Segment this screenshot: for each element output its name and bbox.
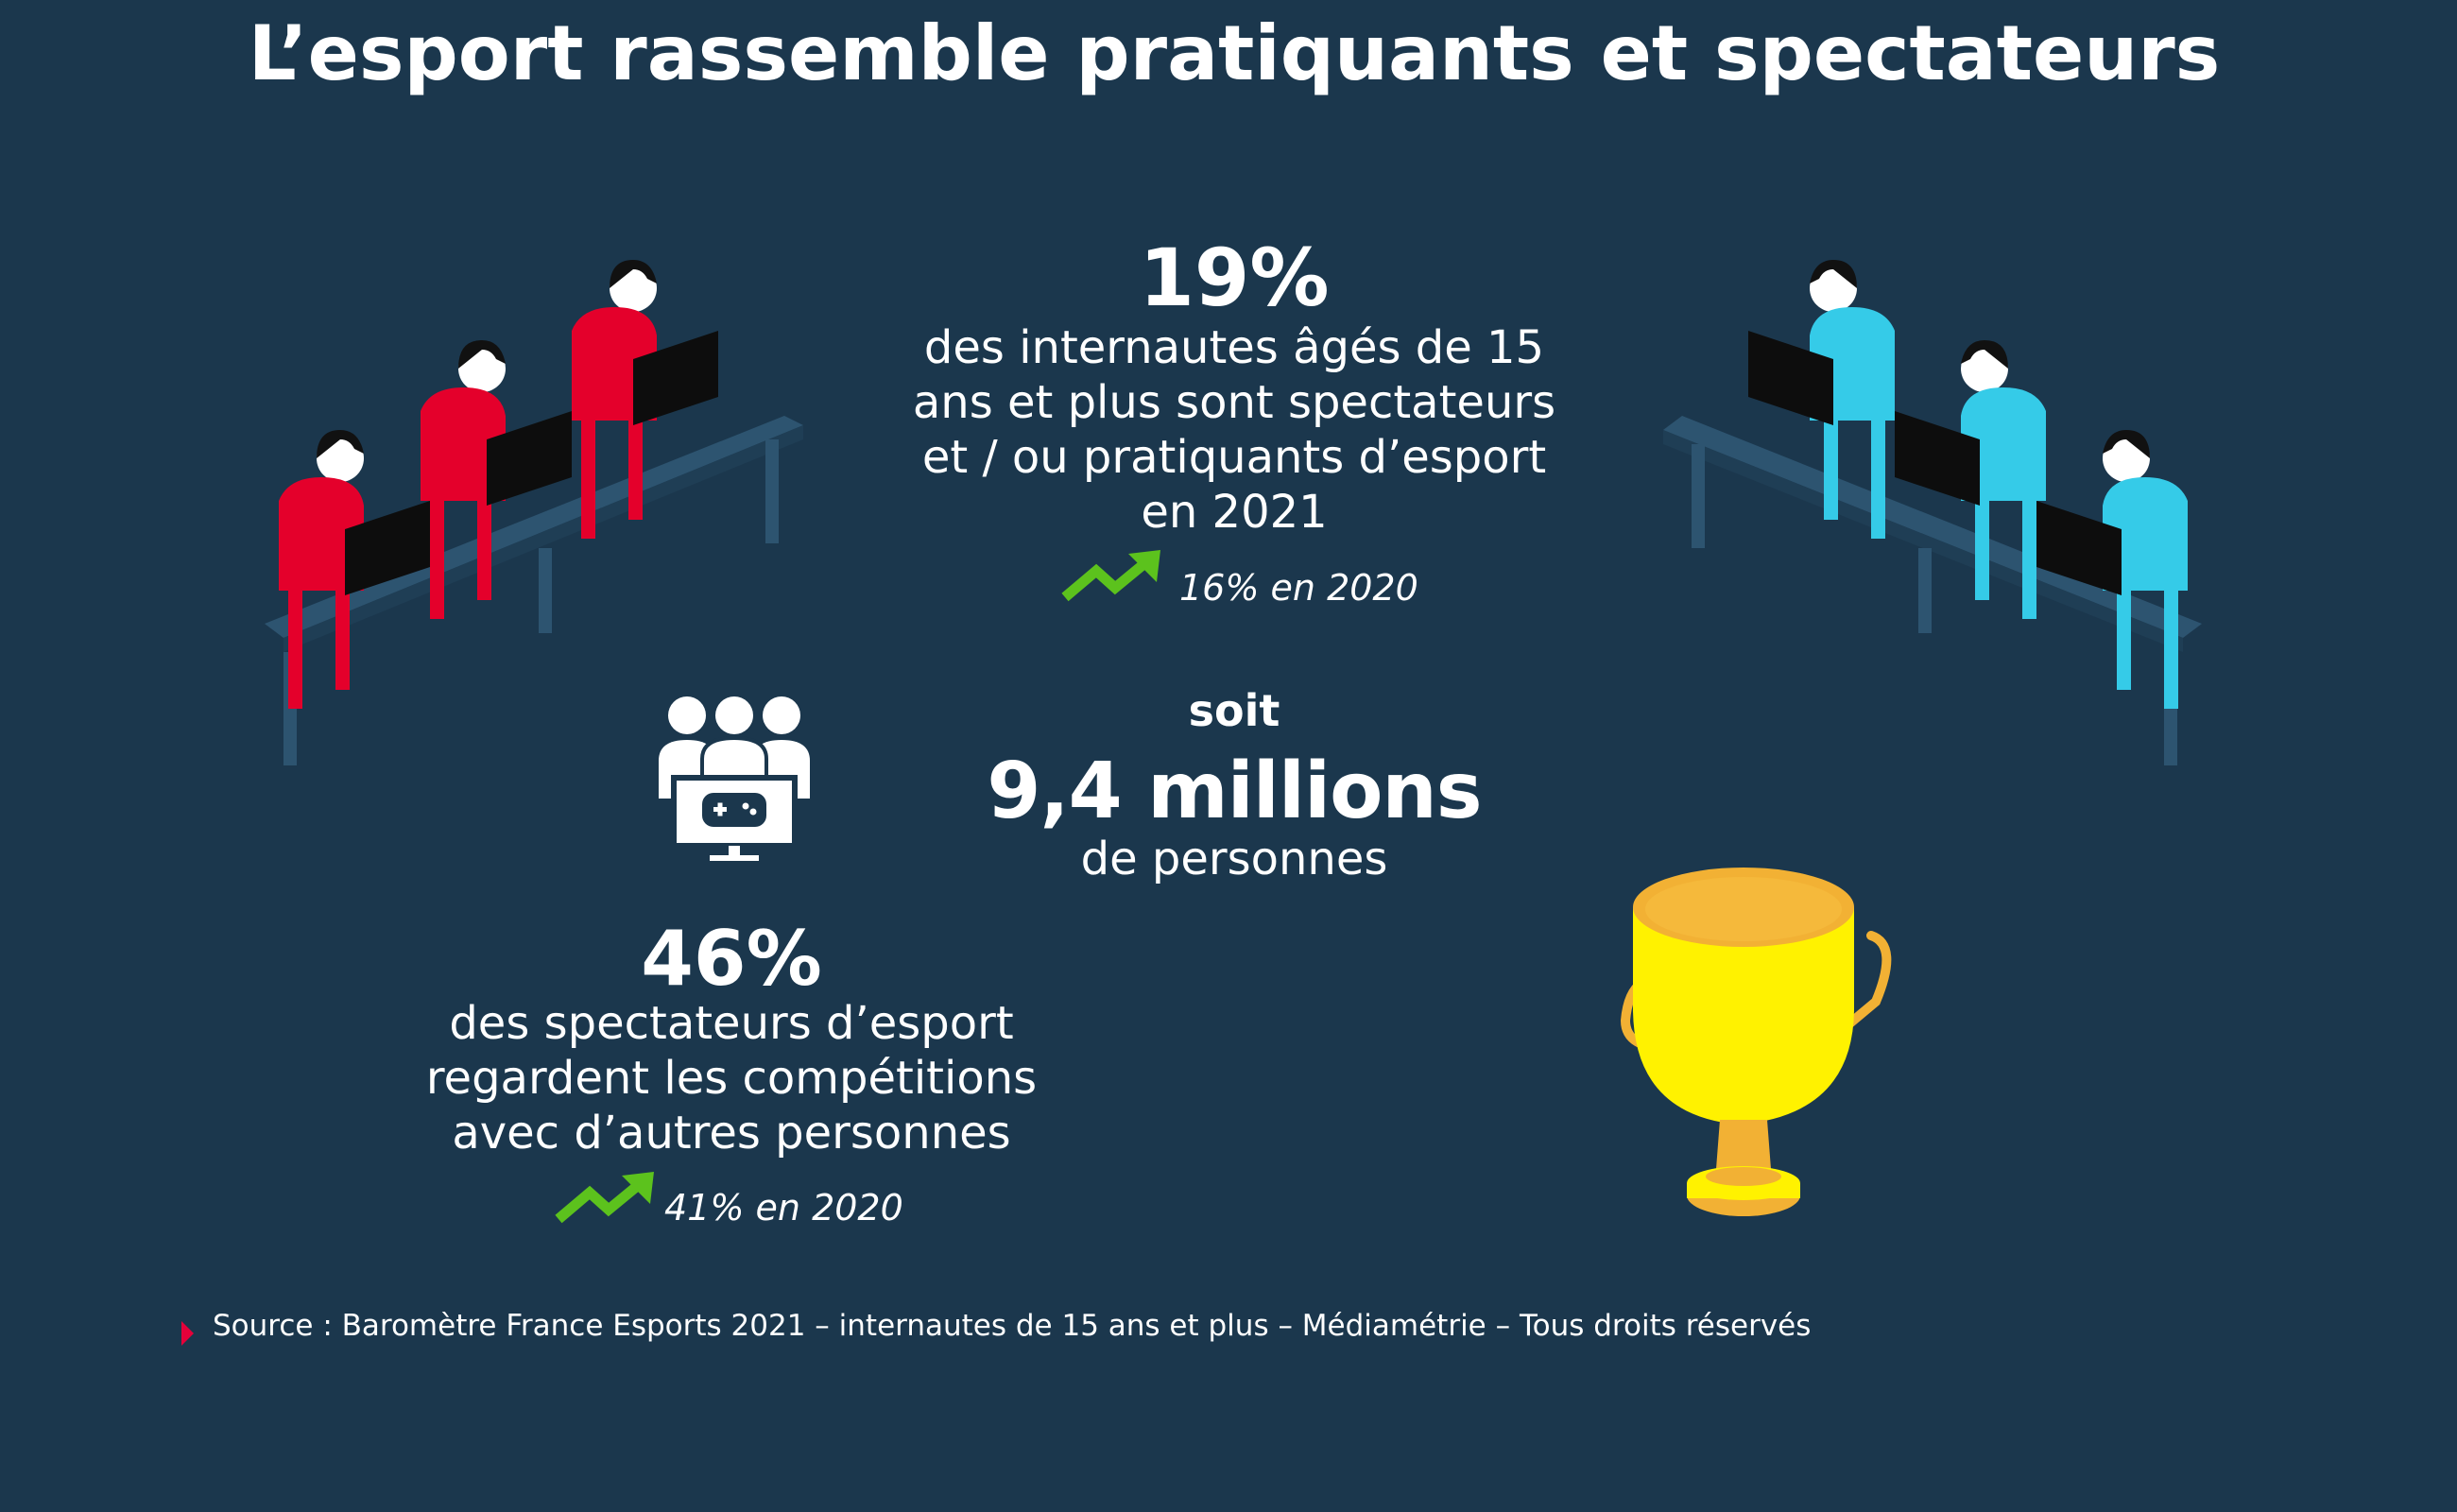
stat-main-trend: 16% en 2020 xyxy=(1179,567,1418,609)
stat-main-line-2: ans et plus sont spectateurs xyxy=(912,376,1556,429)
stat-people-prefix: soit xyxy=(1188,685,1280,736)
stat-group-line-2: regardent les compétitions xyxy=(425,1052,1038,1105)
stat-group-trend: 41% en 2020 xyxy=(664,1187,903,1228)
stat-main-line-1: des internautes âgés de 15 xyxy=(923,321,1545,374)
stat-people-suffix: de personnes xyxy=(1080,833,1388,885)
group-watching-icon xyxy=(659,696,810,861)
stat-group-value: 46% xyxy=(641,915,822,1003)
stat-main-line-4: en 2021 xyxy=(1141,486,1328,539)
source-marker xyxy=(181,1321,194,1346)
stat-main-line-3: et / ou pratiquants d’esport xyxy=(921,431,1547,484)
page-title: L’esport rassemble pratiquants et specta… xyxy=(248,9,2221,97)
stat-group-description: des spectateurs d’esport regardent les c… xyxy=(353,996,1109,1160)
stat-group-line-3: avec d’autres personnes xyxy=(452,1107,1011,1160)
stat-group-line-1: des spectateurs d’esport xyxy=(449,997,1014,1050)
trophy-icon xyxy=(1620,868,1892,1216)
trend-up-icon xyxy=(1061,550,1160,602)
trend-up-icon xyxy=(555,1172,654,1224)
stat-main-value: 19% xyxy=(1139,232,1330,324)
stat-main-description: des internautes âgés de 15 ans et plus s… xyxy=(856,320,1612,540)
source-note: Source : Baromètre France Esports 2021 –… xyxy=(213,1309,1812,1343)
stat-people-value: 9,4 millions xyxy=(987,747,1482,836)
gamers-right-illustration xyxy=(1663,260,2202,765)
